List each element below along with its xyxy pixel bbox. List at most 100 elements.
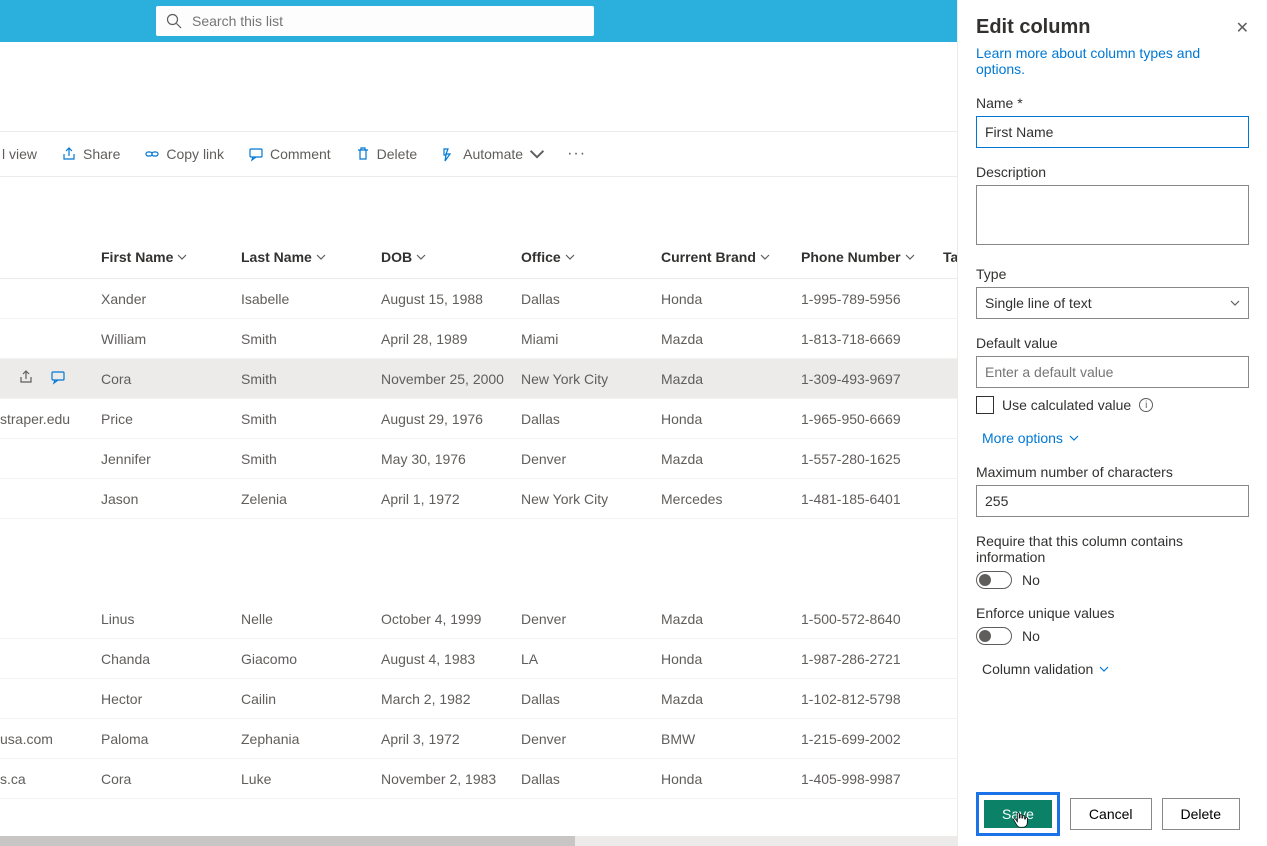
- column-validation-expander[interactable]: Column validation: [982, 661, 1249, 677]
- type-value: Single line of text: [985, 295, 1092, 311]
- search-input[interactable]: [192, 13, 584, 29]
- default-value-label: Default value: [976, 335, 1249, 351]
- info-icon[interactable]: i: [1139, 398, 1153, 412]
- calculated-value-label: Use calculated value: [1002, 397, 1131, 413]
- col-last-name[interactable]: Last Name: [241, 249, 326, 265]
- cell-first-name: Linus: [101, 611, 134, 627]
- cell-last-name: Cailin: [241, 691, 276, 707]
- col-dob[interactable]: DOB: [381, 249, 426, 265]
- cell-office: Denver: [521, 451, 566, 467]
- calculated-value-checkbox[interactable]: [976, 396, 994, 414]
- search-box[interactable]: [156, 6, 594, 36]
- cell-first-name: Paloma: [101, 731, 148, 747]
- max-chars-input[interactable]: [976, 485, 1249, 517]
- cell-office: Dallas: [521, 771, 560, 787]
- comment-button[interactable]: Comment: [238, 132, 341, 176]
- cell-dob: April 28, 1989: [381, 331, 467, 347]
- share-icon[interactable]: [18, 369, 34, 385]
- cell-last-name: Smith: [241, 371, 277, 387]
- col-phone[interactable]: Phone Number: [801, 249, 915, 265]
- cell-phone: 1-500-572-8640: [801, 611, 901, 627]
- cell-last-name: Smith: [241, 331, 277, 347]
- focus-ring: Save: [976, 792, 1060, 836]
- more-options-expander[interactable]: More options: [982, 430, 1249, 446]
- link-icon: [144, 146, 160, 162]
- cell-brand: Mazda: [661, 331, 703, 347]
- cell-brand: Mazda: [661, 611, 703, 627]
- col-current-brand[interactable]: Current Brand: [661, 249, 770, 265]
- cell-brand: Honda: [661, 411, 702, 427]
- scrollbar-thumb[interactable]: [0, 836, 575, 846]
- type-label: Type: [976, 266, 1249, 282]
- chevron-down-icon: [905, 252, 915, 262]
- email-fragment: s.ca: [0, 771, 26, 787]
- cell-first-name: Hector: [101, 691, 142, 707]
- description-textarea[interactable]: [976, 185, 1249, 245]
- copy-link-button[interactable]: Copy link: [134, 132, 234, 176]
- cell-phone: 1-987-286-2721: [801, 651, 901, 667]
- automate-button[interactable]: Automate: [431, 132, 555, 176]
- grid-view-button[interactable]: l view: [0, 132, 47, 176]
- chevron-down-icon: [177, 252, 187, 262]
- cell-office: New York City: [521, 371, 608, 387]
- chevron-down-icon: [416, 252, 426, 262]
- max-chars-label: Maximum number of characters: [976, 464, 1249, 480]
- cell-phone: 1-215-699-2002: [801, 731, 901, 747]
- cell-dob: August 4, 1983: [381, 651, 475, 667]
- delete-button[interactable]: Delete: [345, 132, 427, 176]
- comment-icon[interactable]: [50, 369, 66, 385]
- chevron-down-icon: [1069, 433, 1079, 443]
- cell-first-name: Jennifer: [101, 451, 151, 467]
- cell-first-name: William: [101, 331, 146, 347]
- cell-last-name: Isabelle: [241, 291, 289, 307]
- cell-first-name: Cora: [101, 771, 131, 787]
- learn-more-link[interactable]: Learn more about column types and option…: [976, 45, 1249, 77]
- cell-last-name: Zelenia: [241, 491, 287, 507]
- cancel-button[interactable]: Cancel: [1070, 798, 1152, 830]
- unique-values-toggle[interactable]: [976, 627, 1012, 645]
- cell-office: Miami: [521, 331, 558, 347]
- share-button[interactable]: Share: [51, 132, 130, 176]
- type-select[interactable]: Single line of text: [976, 287, 1249, 319]
- cell-brand: Mazda: [661, 691, 703, 707]
- unique-values-state: No: [1022, 628, 1040, 644]
- cell-dob: August 15, 1988: [381, 291, 483, 307]
- cell-office: New York City: [521, 491, 608, 507]
- close-icon[interactable]: ✕: [1236, 18, 1249, 38]
- col-office[interactable]: Office: [521, 249, 575, 265]
- cell-office: Denver: [521, 611, 566, 627]
- require-info-toggle[interactable]: [976, 571, 1012, 589]
- cell-dob: November 2, 1983: [381, 771, 496, 787]
- cell-dob: May 30, 1976: [381, 451, 466, 467]
- default-value-input[interactable]: [976, 356, 1249, 388]
- cell-phone: 1-557-280-1625: [801, 451, 901, 467]
- cell-phone: 1-309-493-9697: [801, 371, 901, 387]
- col-first-name[interactable]: First Name: [101, 249, 187, 265]
- cell-last-name: Smith: [241, 411, 277, 427]
- cell-last-name: Giacomo: [241, 651, 297, 667]
- name-input[interactable]: [976, 116, 1249, 148]
- cell-phone: 1-405-998-9987: [801, 771, 901, 787]
- cell-dob: October 4, 1999: [381, 611, 481, 627]
- cell-office: Dallas: [521, 411, 560, 427]
- cell-phone: 1-813-718-6669: [801, 331, 901, 347]
- more-actions-button[interactable]: ···: [559, 145, 594, 163]
- chevron-down-icon: [565, 252, 575, 262]
- cell-office: Dallas: [521, 291, 560, 307]
- cell-office: LA: [521, 651, 538, 667]
- cell-brand: Mazda: [661, 451, 703, 467]
- horizontal-scrollbar[interactable]: [0, 836, 958, 846]
- save-button[interactable]: Save: [982, 798, 1054, 830]
- require-info-label: Require that this column contains inform…: [976, 533, 1249, 565]
- cell-first-name: Chanda: [101, 651, 150, 667]
- cell-phone: 1-965-950-6669: [801, 411, 901, 427]
- cell-brand: Honda: [661, 771, 702, 787]
- trash-icon: [355, 146, 371, 162]
- cell-brand: Mazda: [661, 371, 703, 387]
- flow-icon: [441, 146, 457, 162]
- cell-office: Dallas: [521, 691, 560, 707]
- cell-first-name: Jason: [101, 491, 138, 507]
- delete-column-button[interactable]: Delete: [1162, 798, 1240, 830]
- cell-dob: August 29, 1976: [381, 411, 483, 427]
- cell-first-name: Cora: [101, 371, 131, 387]
